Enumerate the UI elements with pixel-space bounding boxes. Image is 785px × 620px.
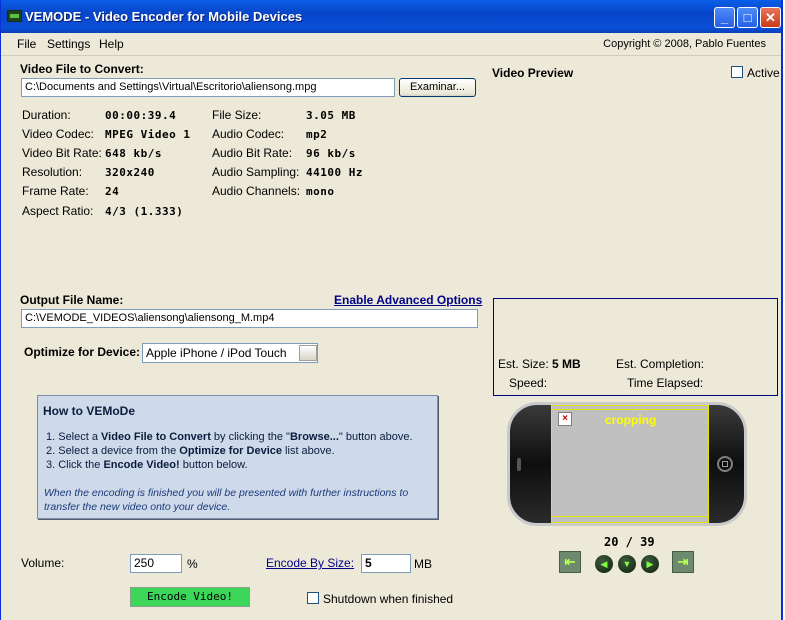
frame-counter: 20 / 39 [604,535,655,549]
aspect-ratio-label: Aspect Ratio: [22,204,94,218]
est-size-value: 5 MB [552,357,581,371]
how-to-note-line-2: transfer the new video onto your device. [44,501,231,513]
broken-image-icon: × [558,412,572,426]
how-to-title: How to VEMoDe [43,404,135,418]
close-icon: ✕ [765,10,776,25]
aspect-ratio-value: 4/3 (1.333) [105,205,184,218]
volume-input[interactable]: 250 [130,554,182,573]
device-dropdown-button[interactable] [299,345,317,361]
first-frame-button[interactable]: ⇤ [559,551,581,573]
duration-label: Duration: [22,108,71,122]
advanced-options-link[interactable]: Enable Advanced Options [334,293,482,307]
encode-size-input[interactable]: 5 [361,554,411,573]
active-label: Active [747,66,780,80]
audio-channels-value: mono [306,185,335,198]
file-size-value: 3.05 MB [306,109,356,122]
volume-unit: % [187,557,198,571]
browse-button[interactable]: Examinar... [399,78,476,97]
window-title: VEMODE - Video Encoder for Mobile Device… [25,9,303,24]
audio-sampling-value: 44100 Hz [306,166,363,179]
audio-sampling-label: Audio Sampling: [212,165,300,179]
video-bitrate-label: Video Bit Rate: [22,146,102,160]
how-to-note-line-1: When the encoding is finished you will b… [44,487,409,499]
last-frame-button[interactable]: ⇥ [672,551,694,573]
file-size-label: File Size: [212,108,262,122]
audio-codec-label: Audio Codec: [212,127,285,141]
down-frame-button[interactable]: ▼ [618,555,636,573]
maximize-button[interactable]: □ [737,7,758,28]
device-select[interactable]: Apple iPhone / iPod Touch [142,343,318,363]
frame-rate-label: Frame Rate: [22,184,89,198]
frame-rate-value: 24 [105,185,120,198]
home-button-icon [717,456,733,472]
app-icon [7,10,22,22]
audio-bitrate-value: 96 kb/s [306,147,356,160]
cropping-overlay-label: cropping [605,413,657,427]
video-file-label: Video File to Convert: [20,62,144,76]
menu-file[interactable]: File [17,37,36,51]
menu-help[interactable]: Help [99,37,124,51]
speed-label: Speed: [509,376,548,390]
video-preview-label: Video Preview [492,66,574,80]
encode-size-unit: MB [414,557,432,571]
active-checkbox[interactable] [731,66,743,78]
how-to-step-1: 1. Select a Video File to Convert by cli… [46,431,413,443]
how-to-step-2: 2. Select a device from the Optimize for… [46,445,335,457]
shutdown-label: Shutdown when finished [323,592,454,606]
video-codec-label: Video Codec: [22,127,94,141]
resolution-label: Resolution: [22,165,83,179]
audio-bitrate-label: Audio Bit Rate: [212,146,293,160]
output-file-label: Output File Name: [20,293,124,307]
volume-label: Volume: [21,556,65,570]
menu-bar: File Settings Help Copyright © 2008, Pab… [1,33,781,56]
close-button[interactable]: ✕ [760,7,781,28]
previous-frame-button[interactable]: ◀ [595,555,613,573]
shutdown-checkbox[interactable] [307,592,319,604]
minimize-icon: _ [720,10,729,25]
est-size-label: Est. Size: [498,357,549,371]
copyright-text: Copyright © 2008, Pablo Fuentes [603,38,766,50]
how-to-step-3: 3. Click the Encode Video! button below. [46,459,248,471]
video-bitrate-value: 648 kb/s [105,147,162,160]
video-file-input[interactable]: C:\Documents and Settings\Virtual\Escrit… [21,78,395,97]
encode-by-size-link[interactable]: Encode By Size: [266,556,354,570]
menu-settings[interactable]: Settings [47,37,90,51]
audio-channels-label: Audio Channels: [212,184,301,198]
resolution-value: 320x240 [105,166,155,179]
optimize-device-label: Optimize for Device: [24,345,141,359]
crop-bottom-line[interactable] [551,516,709,517]
title-bar[interactable]: VEMODE - Video Encoder for Mobile Device… [1,0,781,33]
time-elapsed-label: Time Elapsed: [627,376,704,390]
maximize-icon: □ [743,10,752,25]
output-file-input[interactable]: C:\VEMODE_VIDEOS\aliensong\aliensong_M.m… [21,309,478,328]
duration-value: 00:00:39.4 [105,109,177,122]
how-to-panel: How to VEMoDe 1. Select a Video File to … [37,395,438,519]
encode-video-button[interactable]: Encode Video! [130,587,250,607]
next-frame-button[interactable]: ▶ [641,555,659,573]
minimize-button[interactable]: _ [714,7,735,28]
phone-speaker-icon [517,458,521,471]
audio-codec-value: mp2 [306,128,328,141]
est-completion-label: Est. Completion: [616,357,705,371]
video-codec-value: MPEG Video 1 [105,128,191,141]
app-window: VEMODE - Video Encoder for Mobile Device… [0,0,783,620]
crop-top-line[interactable] [551,409,709,410]
